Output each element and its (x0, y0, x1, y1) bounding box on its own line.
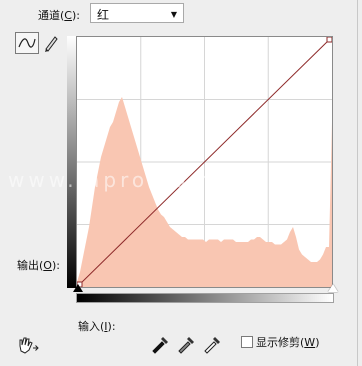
watermark: www.lapro.com.cn (8, 168, 255, 192)
gray-eyedropper-button[interactable] (174, 333, 196, 355)
target-adjust-hand-icon (19, 337, 39, 354)
white-eyedropper-icon (204, 337, 220, 354)
output-label-text: 输出 (17, 259, 39, 272)
curve-edit-button[interactable] (15, 32, 39, 54)
show-clipping-label[interactable]: 显示修剪(W) (256, 334, 319, 350)
pencil-button[interactable] (41, 33, 61, 53)
black-eyedropper-icon (152, 337, 168, 354)
gray-eyedropper-icon (178, 337, 194, 354)
show-clipping-hotkey: W (304, 336, 316, 349)
output-gradient-bar (67, 36, 76, 288)
output-hotkey: O (43, 259, 52, 272)
input-label-text: 输入 (78, 320, 100, 333)
pencil-icon (45, 36, 58, 52)
black-eyedropper-button[interactable] (148, 333, 170, 355)
white-eyedropper-button[interactable] (200, 333, 222, 355)
histogram-chart (77, 37, 332, 287)
dropdown-arrow-icon: ▼ (170, 10, 177, 19)
channel-hotkey: C (64, 9, 72, 22)
black-point-slider[interactable] (73, 284, 83, 292)
show-clipping-text: 显示修剪 (256, 336, 300, 349)
input-hotkey: I (104, 320, 108, 333)
curve-edit-icon (18, 38, 36, 48)
output-label: 输出(O): (17, 259, 60, 272)
input-label: 输入(I): (78, 320, 116, 333)
curve-control-point[interactable] (326, 37, 332, 43)
channel-select[interactable]: 红 ▼ (90, 3, 184, 23)
target-adjust-button[interactable] (16, 334, 40, 356)
channel-select-value: 红 (97, 8, 110, 22)
panel-border (357, 0, 358, 366)
white-point-slider[interactable] (328, 284, 338, 292)
show-clipping-checkbox[interactable] (241, 336, 253, 348)
input-gradient-bar (76, 293, 334, 303)
channel-label: 通道(C): (38, 9, 80, 22)
curve-graph[interactable] (76, 36, 333, 288)
channel-label-text: 通道 (38, 9, 60, 22)
